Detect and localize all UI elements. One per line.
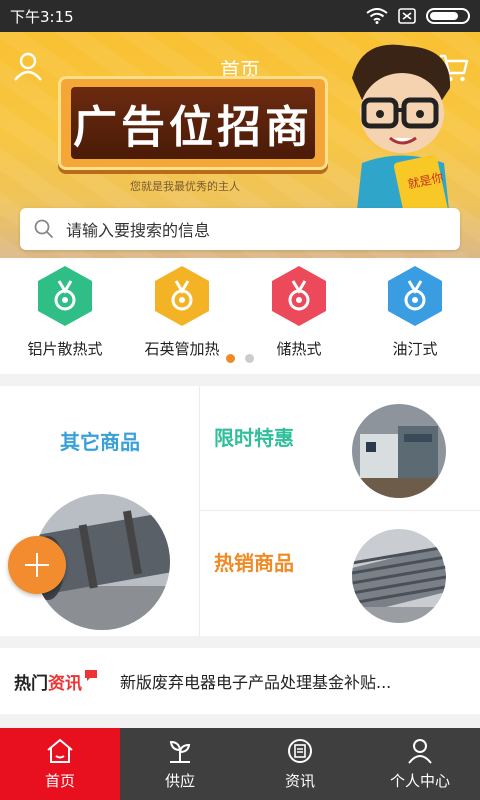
medal-icon [38,266,92,326]
tab-home[interactable]: 首页 [0,728,120,800]
bottom-tab-bar: 首页 供应 资讯 个人中心 [0,728,480,800]
sim-off-icon [398,8,416,24]
medal-icon [272,266,326,326]
news-icon [288,738,312,763]
hot-news-logo-a: 热门 [14,673,48,694]
medal-icon [155,266,209,326]
search-input[interactable]: 请输入要搜索的信息 [66,217,210,241]
search-bar[interactable]: 请输入要搜索的信息 [20,208,460,250]
tab-home-label: 首页 [44,771,75,790]
page-indicator [0,354,480,363]
tab-supply-label: 供应 [164,771,195,790]
finned-tube-image [352,529,446,623]
tab-supply[interactable]: 供应 [120,728,240,800]
battery-icon [426,8,470,24]
tab-profile[interactable]: 个人中心 [360,728,480,800]
category-storage[interactable]: 储热式 [244,266,354,359]
user-icon[interactable] [12,50,44,82]
hot-news-bar[interactable]: 热门 资讯 新版废弃电器电子产品处理基金补贴... [0,648,480,714]
hot-news-logo-b: 资讯 [48,673,82,694]
tab-news[interactable]: 资讯 [240,728,360,800]
news-headline[interactable]: 新版废弃电器电子产品处理基金补贴... [120,669,391,693]
limited-offer-title: 限时特惠 [214,426,294,450]
ad-board-inner: 广告位招商 [71,87,315,159]
ad-subtitle: 您就是我最优秀的主人 [130,180,240,193]
status-time: 下午3:15 [10,7,74,26]
category-quartz[interactable]: 石英管加热 [127,266,237,359]
hot-sale-card[interactable]: 热销商品 [200,511,480,636]
category-aluminum[interactable]: 铝片散热式 [10,266,120,359]
machine-image [352,404,446,498]
ad-text: 广告位招商 [73,102,313,153]
home-icon [47,738,73,763]
other-products-title: 其它商品 [60,430,140,454]
category-oil[interactable]: 油汀式 [360,266,470,359]
other-products-card[interactable]: 其它商品 [0,386,200,636]
chat-bubble-icon [85,670,97,681]
medal-icon [388,266,442,326]
plus-icon [25,553,49,577]
status-bar: 下午3:15 [0,0,480,32]
banner[interactable]: 首页 广告位招商 您就是我最优秀的主人 就是你 请输入要搜索的信息 [0,32,480,258]
category-strip: 铝片散热式 石英管加热 储热式 油汀式 [0,258,480,374]
supply-icon [169,740,191,763]
search-icon [34,219,54,239]
limited-offer-card[interactable]: 限时特惠 [200,386,480,511]
tab-profile-label: 个人中心 [389,771,450,790]
wifi-icon [366,8,388,24]
status-icons [366,8,470,24]
tab-news-label: 资讯 [284,771,315,790]
hot-sale-title: 热销商品 [214,551,294,575]
profile-icon [408,738,432,764]
hot-news-logo: 热门 资讯 [14,669,98,694]
product-panel: 其它商品 限时特惠 热销商品 [0,386,480,636]
page-dot-active[interactable] [226,354,235,363]
add-button[interactable] [8,536,66,594]
ad-board[interactable]: 广告位招商 [58,76,328,170]
page-dot[interactable] [245,354,254,363]
